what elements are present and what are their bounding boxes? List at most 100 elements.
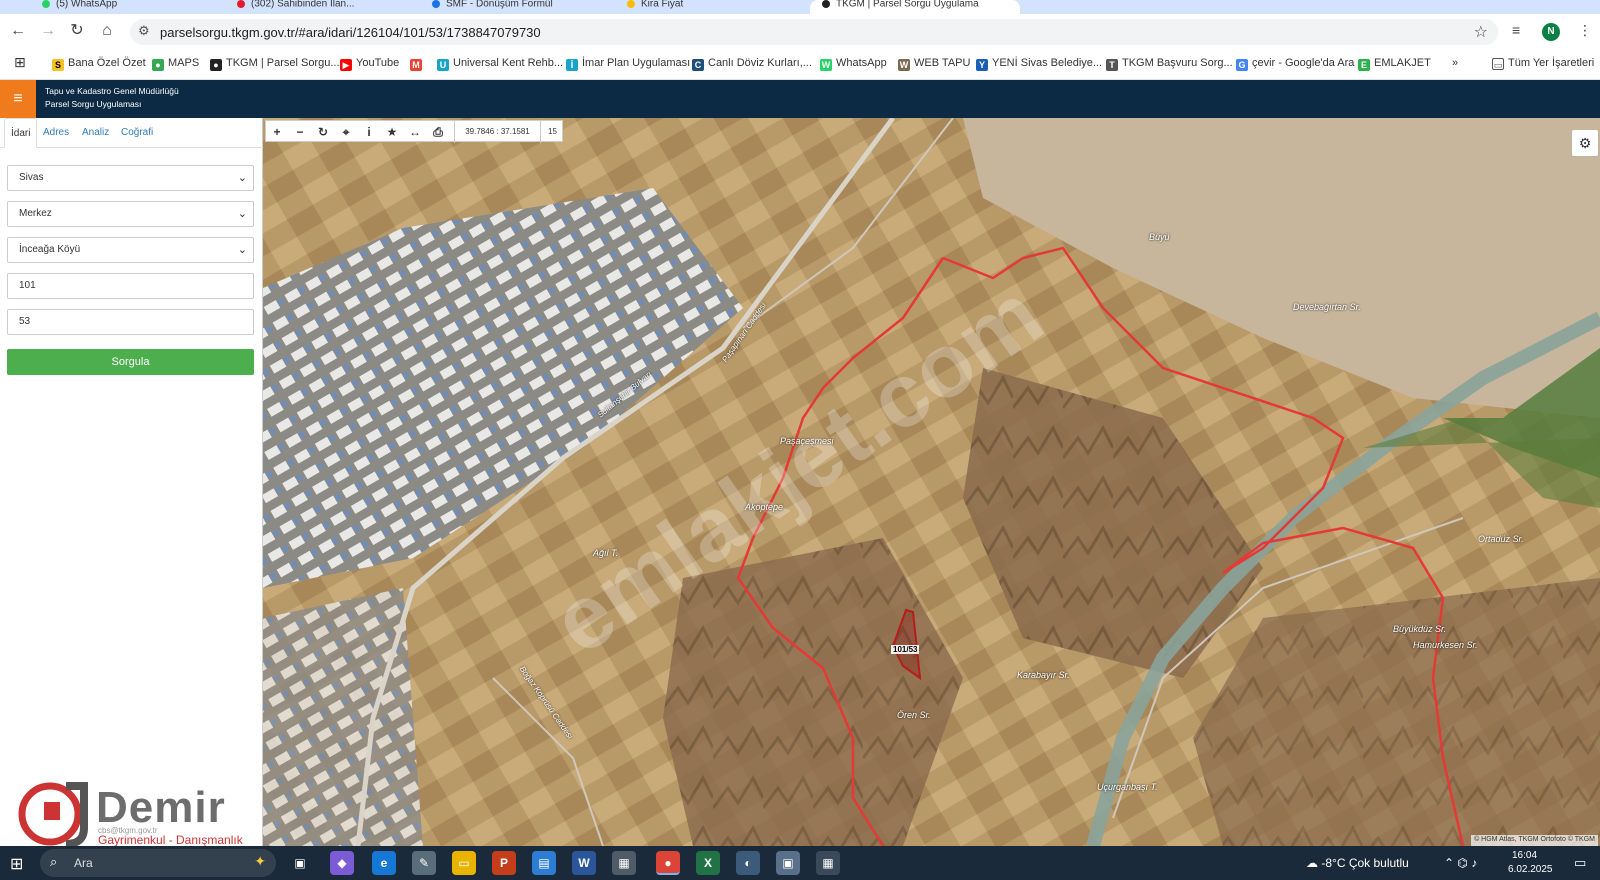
word-icon[interactable]: W: [572, 851, 596, 875]
site-info-icon[interactable]: ⚙: [138, 23, 150, 39]
province-select[interactable]: Sivas ⌄: [7, 165, 254, 191]
search-icon: ⌕: [50, 854, 58, 869]
bookmark-item[interactable]: E EMLAKJET: [1358, 57, 1431, 71]
parcel-label[interactable]: 101/53: [891, 645, 920, 654]
bookmark-favicon-icon: E: [1358, 59, 1370, 71]
network-icon: ⌬: [1457, 856, 1468, 870]
bookmark-star-icon[interactable]: ☆: [1474, 22, 1488, 42]
file-explorer-icon[interactable]: ▭: [452, 851, 476, 875]
app-icon[interactable]: ◐: [736, 851, 760, 875]
browser-tab[interactable]: SMF - Dönüşüm Formül: [420, 0, 610, 14]
bookmark-item[interactable]: M: [410, 57, 426, 71]
tab-cografi[interactable]: Coğrafi: [115, 118, 159, 148]
measure-icon[interactable]: ↔: [404, 121, 426, 143]
clock-time[interactable]: 16:04: [1512, 850, 1537, 861]
district-select[interactable]: Merkez ⌄: [7, 201, 254, 227]
bookmark-item[interactable]: Gçevir - Google'da Ara: [1236, 57, 1354, 71]
info-icon[interactable]: i: [358, 121, 380, 143]
menu-kebab-icon[interactable]: ⋮: [1578, 22, 1592, 39]
parcel-input[interactable]: 53: [7, 309, 254, 335]
zoom-out-icon[interactable]: −: [289, 121, 311, 143]
place-label: Paşaçeşmesi: [780, 436, 834, 446]
place-label: Devebağırtan Sr.: [1293, 302, 1361, 312]
google-icon: G: [1236, 59, 1248, 71]
edge-icon[interactable]: e: [372, 851, 396, 875]
apps-grid-icon[interactable]: ⊞: [14, 54, 26, 71]
home-icon[interactable]: ⌂: [97, 21, 117, 41]
browser-tab[interactable]: (302) Sahibinden İlan...: [225, 0, 415, 14]
chevron-up-icon: ⌃: [1444, 856, 1455, 870]
gear-icon[interactable]: ⚙: [1572, 130, 1598, 156]
tab-idari[interactable]: İdari: [4, 118, 38, 148]
weather-widget[interactable]: ☁ -8°C Çok bulutlu: [1306, 856, 1409, 870]
reload-icon[interactable]: ↻: [67, 21, 87, 41]
bookmark-item[interactable]: T TKGM Başvuru Sorg...: [1106, 57, 1233, 71]
more-bookmarks-button[interactable]: »: [1452, 57, 1458, 69]
windows-taskbar: ⊞ ⌕ Ara ✦ ▣ ◆ e ✎ ▭ P ▤ W ▦ ● X ◐ ▣ ▦ ☁ …: [0, 846, 1600, 880]
bookmark-item[interactable]: U Universal Kent Rehb...: [437, 57, 563, 71]
block-input[interactable]: 101: [7, 273, 254, 299]
excel-icon[interactable]: X: [696, 851, 720, 875]
place-label: Büyü: [1149, 232, 1170, 242]
bookmark-item[interactable]: C Canlı Döviz Kurları,...: [692, 57, 812, 71]
map-view[interactable]: emlakjet.com Büyü Devebağırtan Sr. Paşaç…: [263, 118, 1600, 846]
browser-tab[interactable]: Kira Fiyat: [615, 0, 805, 14]
youtube-icon: ▶: [340, 59, 352, 71]
favorite-star-icon[interactable]: ★: [381, 121, 403, 143]
whatsapp-icon: W: [820, 59, 832, 71]
map-attribution: © HGM Atlas, TKGM Ortofoto © TKGM: [1471, 835, 1598, 846]
query-button[interactable]: Sorgula: [7, 349, 254, 375]
location-pin-icon: ●: [210, 59, 222, 71]
app-icon[interactable]: ▤: [532, 851, 556, 875]
tab-analiz[interactable]: Analiz: [76, 118, 115, 148]
url-text[interactable]: parselsorgu.tkgm.gov.tr/#ara/idari/12610…: [160, 25, 541, 40]
notification-icon[interactable]: ▭: [1574, 855, 1586, 871]
calculator-icon[interactable]: ▦: [816, 851, 840, 875]
bookmark-item[interactable]: W WEB TAPU: [898, 57, 970, 71]
address-bar[interactable]: ⚙ parselsorgu.tkgm.gov.tr/#ara/idari/126…: [130, 19, 1498, 45]
system-tray[interactable]: ⌃ ⌬ ♪: [1444, 856, 1477, 870]
bookmark-item[interactable]: W WhatsApp: [820, 57, 887, 71]
bookmark-item[interactable]: S Bana Özel Özet: [52, 57, 146, 71]
hamburger-menu-icon[interactable]: ≡: [0, 80, 36, 118]
media-control-icon[interactable]: ≡: [1512, 22, 1520, 38]
map-toolbar: + − ↻ ⌖ i ★ ↔ ⎙ 39.7846 : 37.1581 15: [265, 120, 564, 143]
folder-icon: ▭: [1492, 58, 1504, 70]
all-bookmarks-folder[interactable]: ▭ Tüm Yer İşaretleri: [1492, 57, 1594, 70]
cloud-icon: ☁: [1306, 856, 1322, 870]
print-icon[interactable]: ⎙: [427, 121, 449, 143]
zoom-in-icon[interactable]: +: [266, 121, 288, 143]
clock-date[interactable]: 6.02.2025: [1508, 864, 1553, 875]
village-select[interactable]: İnceağa Köyü ⌄: [7, 237, 254, 263]
bookmark-favicon-icon: Y: [976, 59, 988, 71]
browser-tab-active[interactable]: TKGM | Parsel Sorgu Uygulama: [810, 0, 1020, 14]
bookmark-favicon-icon: S: [52, 59, 64, 71]
browser-tab[interactable]: (5) WhatsApp: [30, 0, 220, 14]
bookmark-item[interactable]: ● TKGM | Parsel Sorgu...: [210, 57, 340, 71]
chrome-icon[interactable]: ●: [656, 851, 680, 875]
app-icon[interactable]: ✎: [412, 851, 436, 875]
powerpoint-icon[interactable]: P: [492, 851, 516, 875]
tab-adres[interactable]: Adres: [37, 118, 75, 148]
gmail-icon: M: [410, 59, 422, 71]
task-view-icon[interactable]: ▣: [288, 851, 312, 875]
copilot-icon[interactable]: ◆: [330, 851, 354, 875]
browser-tab-strip: (5) WhatsApp (302) Sahibinden İlan... SM…: [0, 0, 1600, 14]
map-pin-icon: ●: [152, 59, 164, 71]
back-arrow-icon[interactable]: ←: [8, 21, 28, 41]
locate-icon[interactable]: ⌖: [335, 121, 357, 143]
store-icon[interactable]: ▦: [612, 851, 636, 875]
bookmark-item[interactable]: ▶ YouTube: [340, 57, 399, 71]
refresh-icon[interactable]: ↻: [312, 121, 334, 143]
bookmark-item[interactable]: ● MAPS: [152, 57, 199, 71]
bookmark-item[interactable]: İ İmar Plan Uygulaması: [566, 57, 690, 71]
bookmarks-bar: ⊞ S Bana Özel Özet ● MAPS ● TKGM | Parsel S…: [0, 48, 1600, 80]
chevron-down-icon: ⌄: [237, 244, 247, 256]
app-icon[interactable]: ▣: [776, 851, 800, 875]
windows-start-icon[interactable]: ⊞: [10, 854, 23, 874]
profile-avatar[interactable]: N: [1542, 23, 1560, 41]
bookmark-item[interactable]: Y YENİ Sivas Belediye...: [976, 57, 1102, 71]
forward-arrow-icon[interactable]: →: [38, 21, 58, 41]
zoom-level: 15: [540, 121, 564, 143]
taskbar-search[interactable]: ⌕ Ara ✦: [40, 849, 276, 877]
